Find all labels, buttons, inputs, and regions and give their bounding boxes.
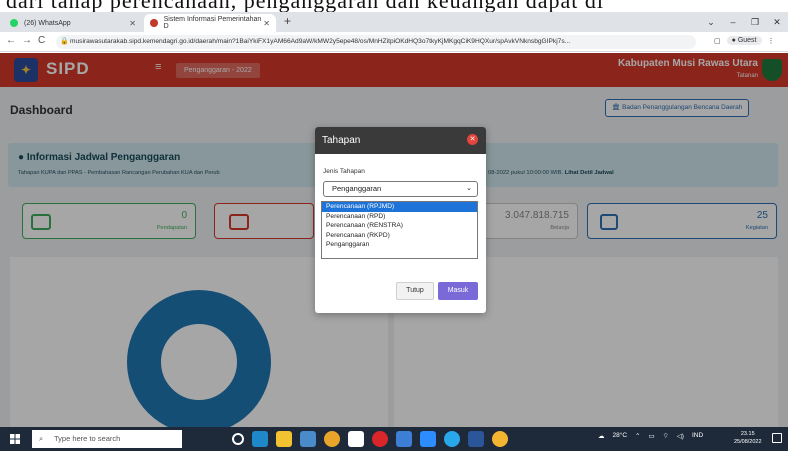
url-input[interactable]: 🔒 musirawasutarakab.sipd.kemendagri.go.i… xyxy=(56,35,696,49)
stage-select[interactable]: Penganggaran ⌄ xyxy=(323,181,478,197)
profile-button[interactable]: ● Guest xyxy=(726,36,762,45)
select-value: Penganggaran xyxy=(332,184,382,193)
search-icon: ⌕ xyxy=(39,434,44,443)
lock-icon: 🔒 xyxy=(60,38,69,45)
back-button[interactable]: ← xyxy=(6,35,16,46)
task-view-icon[interactable] xyxy=(232,433,244,445)
edge-icon[interactable] xyxy=(252,431,268,447)
network-icon[interactable]: ⌔ xyxy=(663,431,669,440)
chevron-down-icon: ⌄ xyxy=(466,185,472,192)
mail-icon[interactable] xyxy=(396,431,412,447)
tray-chevron-icon[interactable]: ⌃ xyxy=(635,432,640,440)
language-text[interactable]: IND xyxy=(692,432,703,439)
profile-area: ▢ ● Guest ⋮ xyxy=(714,36,775,45)
dropdown-option[interactable]: Penganggaran xyxy=(322,240,477,250)
tab-search-icon[interactable]: ▢ xyxy=(714,37,721,45)
modal-header: Tahapan ✕ xyxy=(315,127,486,154)
windows-start-icon[interactable] xyxy=(10,434,20,444)
chrome-icon[interactable] xyxy=(324,431,340,447)
window-controls: ⌄ – ❐ ✕ xyxy=(700,12,788,32)
close-window-button[interactable]: ✕ xyxy=(766,12,788,32)
new-tab-button[interactable]: + xyxy=(284,14,291,28)
skype-icon[interactable] xyxy=(444,431,460,447)
taskbar-apps xyxy=(232,431,508,447)
address-bar: ← → C 🔒 musirawasutarakab.sipd.kemendagr… xyxy=(0,32,788,52)
clock-time: 23.15 xyxy=(740,431,755,437)
system-tray: ☁ 28°C ⌃ ▭ ⌔ ◁) IND xyxy=(598,431,703,440)
screen: dari tahap perencanaan, penganggaran dan… xyxy=(0,0,788,451)
field-label: Jenis Tahapan xyxy=(323,168,365,175)
weather-icon[interactable]: ☁ xyxy=(598,432,605,440)
calculator-icon[interactable] xyxy=(300,431,316,447)
tab-whatsapp[interactable]: (26) WhatsApp ✕ xyxy=(4,14,142,32)
dropdown-option[interactable]: Perencanaan (RPD) xyxy=(322,212,477,222)
notification-icon[interactable] xyxy=(772,433,782,443)
url-text: musirawasutarakab.sipd.kemendagri.go.id/… xyxy=(70,38,571,45)
sipd-favicon-icon xyxy=(150,19,158,27)
browser-tabbar: (26) WhatsApp ✕ Sistem Informasi Pemerin… xyxy=(0,12,788,32)
tab-label: (26) WhatsApp xyxy=(24,19,71,27)
clock[interactable]: 23.15 25/08/2022 xyxy=(734,430,762,446)
taskbar-search-input[interactable]: ⌕ Type here to search xyxy=(32,430,182,448)
dropdown-option[interactable]: Perencanaan (RPJMD) xyxy=(322,202,477,212)
windows-taskbar: ⌕ Type here to search ☁ 28°C ⌃ ▭ ⌔ ◁) IN… xyxy=(0,427,788,451)
tab-label: Sistem Informasi Pemerintahan D xyxy=(163,16,262,30)
battery-icon[interactable]: ▭ xyxy=(648,432,654,440)
whatsapp-icon xyxy=(10,19,18,27)
profile-label: Guest xyxy=(737,37,757,44)
forward-button[interactable]: → xyxy=(22,35,32,46)
minimize-button[interactable]: – xyxy=(722,12,744,32)
clock-date: 25/08/2022 xyxy=(734,439,762,445)
submit-button[interactable]: Masuk xyxy=(438,282,478,300)
modal-backdrop[interactable]: Tahapan ✕ Jenis Tahapan Penganggaran ⌄ T… xyxy=(0,53,788,427)
zoom-icon[interactable] xyxy=(420,431,436,447)
close-icon[interactable]: ✕ xyxy=(467,134,478,145)
stage-dropdown-list: Perencanaan (RPJMD) Perencanaan (RPD) Pe… xyxy=(321,201,478,259)
weather-text: 28°C xyxy=(612,432,628,439)
tab-sipd[interactable]: Sistem Informasi Pemerintahan D ✕ xyxy=(144,14,276,32)
volume-icon[interactable]: ◁) xyxy=(677,432,684,440)
reload-button[interactable]: C xyxy=(38,35,45,46)
maximize-button[interactable]: ❐ xyxy=(744,12,766,32)
file-explorer-icon[interactable] xyxy=(276,431,292,447)
chevron-down-icon[interactable]: ⌄ xyxy=(700,12,722,32)
opera-icon[interactable] xyxy=(372,431,388,447)
word-icon[interactable] xyxy=(468,431,484,447)
dropdown-option[interactable]: Perencanaan (RKPD) xyxy=(322,231,477,241)
close-tab-icon[interactable]: ✕ xyxy=(129,19,136,28)
search-placeholder: Type here to search xyxy=(54,434,121,443)
document-icon[interactable] xyxy=(348,431,364,447)
dropdown-option[interactable]: Perencanaan (RENSTRA) xyxy=(322,221,477,231)
modal-title: Tahapan xyxy=(322,135,361,146)
cancel-button[interactable]: Tutup xyxy=(396,282,434,300)
chrome-active-icon[interactable] xyxy=(492,431,508,447)
menu-icon[interactable]: ⋮ xyxy=(768,37,775,45)
close-tab-icon[interactable]: ✕ xyxy=(263,19,270,28)
